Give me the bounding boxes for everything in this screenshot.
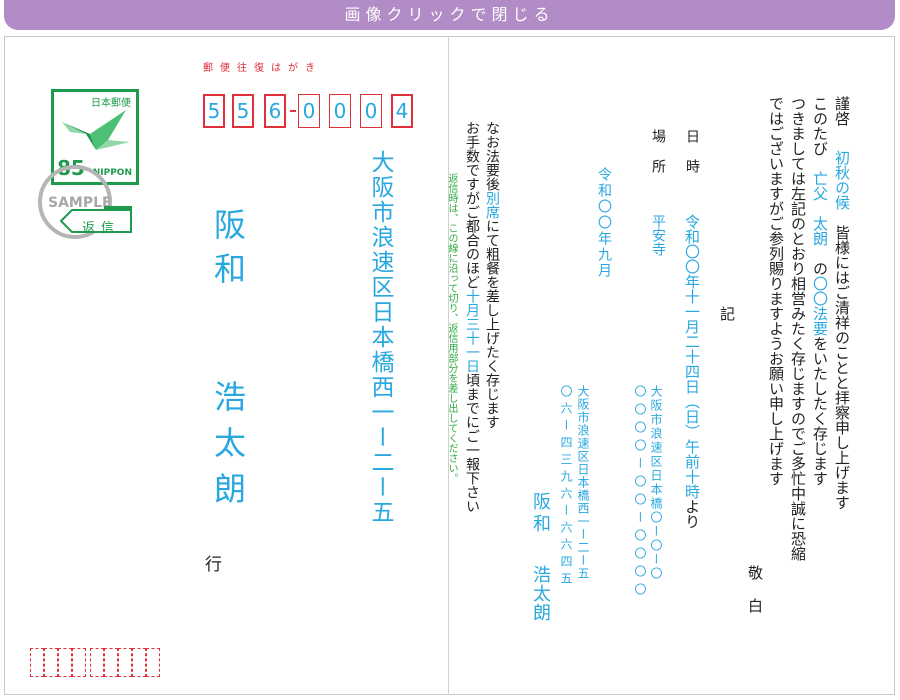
crane-icon (62, 110, 130, 150)
close-image-bar[interactable]: 画像クリックで閉じる (4, 0, 895, 30)
recipient-address: 大阪市浪速区日本橋西一ー二ー五 (367, 150, 393, 525)
postal-form-label: 郵便往復はがき (203, 63, 322, 74)
postal-digit-box: 4 (391, 94, 413, 128)
branch-phone: 〇〇〇〇ー〇〇ー〇〇〇〇 (633, 385, 647, 601)
letter-line3: つきましては左記のとおり相営みたく存じますのでご多忙中誠に恐縮 (789, 96, 807, 561)
sender-postal-box (44, 648, 58, 677)
postal-digit-box: 5 (232, 94, 254, 128)
letter-line1: 謹啓 (833, 96, 851, 126)
sender-address: 大阪市浪速区日本橋西一ー二ー五 (576, 385, 590, 580)
notes-line1: なお法要後別席にて粗餐を差し上げたく存じます (484, 121, 500, 429)
recipient-family-name: 阪和 (209, 208, 247, 296)
sender-phone: 〇六ー四三九六ー六六四五 (559, 385, 573, 589)
reply-tag-label: 返信 (82, 221, 121, 236)
closing-kei: 敬 (746, 565, 764, 580)
recipient-suffix: 行 (201, 555, 221, 572)
postal-separator (290, 110, 296, 112)
cut-instruction: 返信時は、この線に沿って切り、返信用部分を差し出してください。 (446, 173, 457, 483)
postal-digit-box: 0 (298, 94, 320, 128)
letter-line2: このたび 亡父 太朗 の〇〇法要をいたしたく存じます (811, 96, 829, 486)
closing-haku: 白 (746, 598, 764, 613)
send-date: 令和〇〇年九月 (596, 167, 612, 279)
sender-postal-box (30, 648, 44, 677)
recipient-given-name: 浩太朗 (209, 380, 247, 518)
notes-line2: お手数ですがご都合のほど十月三十一日頃までにご一報下さい (464, 121, 480, 513)
place-label: 場 所 (650, 129, 666, 174)
letter-line4: ではございますがご参列賜りますようお願い申し上げます (767, 96, 785, 486)
branch-address: 大阪市浪速区日本橋〇ー〇ー〇 (649, 385, 663, 581)
event-place: 平安寺 (650, 214, 666, 256)
sender-postal-box (118, 648, 132, 677)
sender-postal-box (104, 648, 118, 677)
event-datetime: 令和〇〇年十一月二十四日（日）午前十時より (683, 214, 701, 529)
date-label: 日 時 (684, 129, 700, 174)
ki-heading: 記 (718, 306, 736, 321)
postal-digit-box: 0 (360, 94, 382, 128)
sender-postal-box (146, 648, 160, 677)
postal-digit-box: 5 (203, 94, 225, 128)
sender-family-name: 阪和 (530, 492, 551, 536)
sender-postal-box (58, 648, 72, 677)
sender-postal-box (72, 648, 86, 677)
sender-given-name: 浩太朗 (530, 565, 551, 622)
sender-postal-box (90, 648, 104, 677)
letter-line1-body: 初秋の候 皆様にはご清祥のことと拝察申し上げます (833, 150, 851, 510)
postal-digit-box: 6 (264, 94, 286, 128)
sender-postal-box (132, 648, 146, 677)
postal-digit-box: 0 (329, 94, 351, 128)
